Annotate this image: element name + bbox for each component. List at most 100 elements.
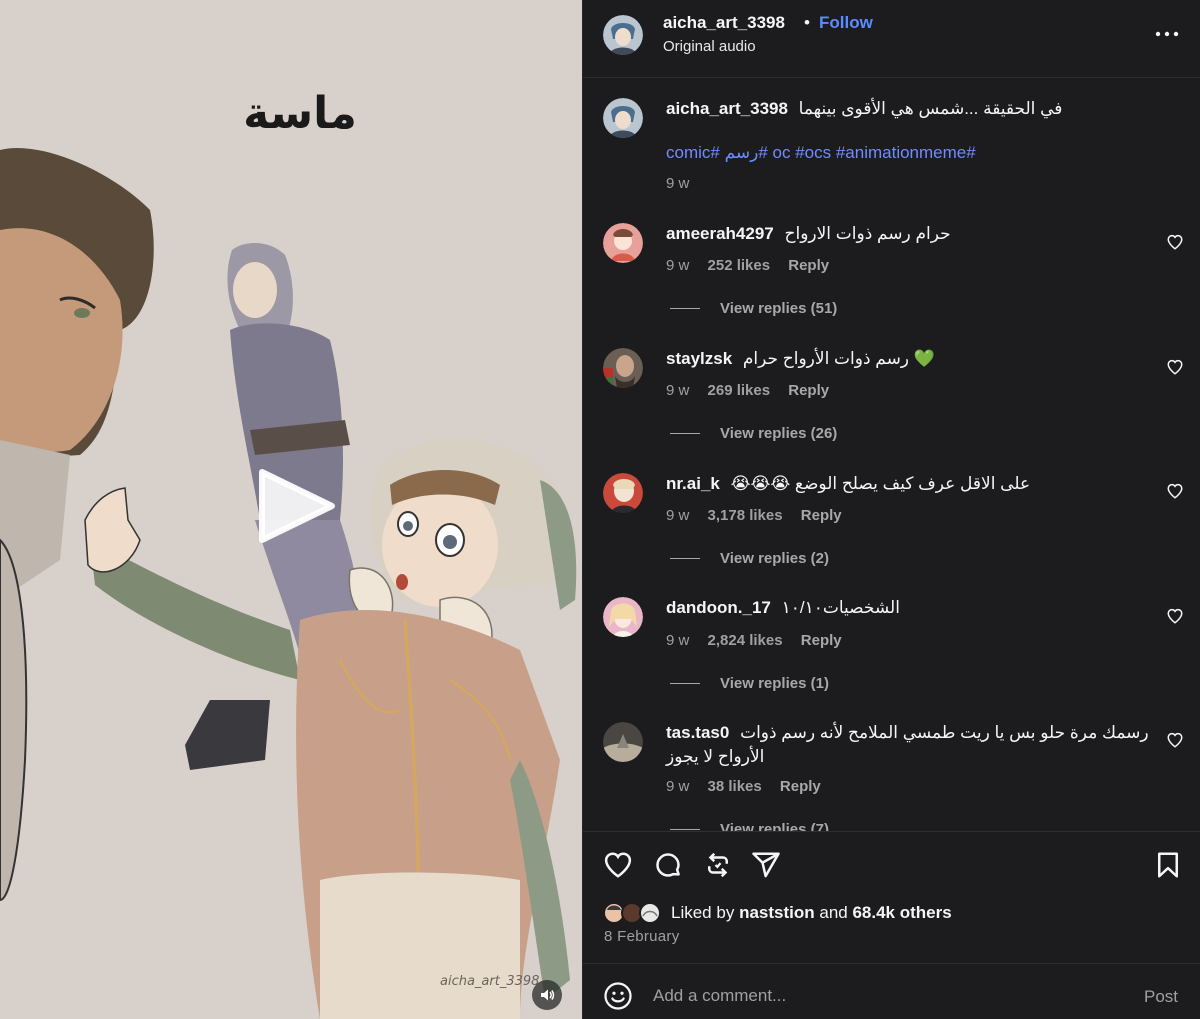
post-details-panel: aicha_art_3398 • Follow Original audio a… [582, 0, 1200, 1019]
comment-input[interactable] [653, 982, 1093, 1010]
caption-username[interactable]: aicha_art_3398 [666, 99, 788, 118]
reel-video[interactable]: ماسة aicha_art_3398 [0, 0, 582, 1019]
comment-time[interactable]: 9 w [666, 778, 689, 795]
caption-meta: 9 w [666, 175, 703, 192]
bookmark-icon[interactable] [1153, 850, 1183, 880]
comment-time[interactable]: 9 w [666, 382, 689, 399]
replies-divider [670, 558, 700, 559]
view-replies-label: View replies (26) [720, 425, 838, 442]
replies-divider [670, 683, 700, 684]
view-replies-button[interactable]: View replies (26) [670, 425, 837, 442]
caption-text: في الحقيقة ...شمس هي الأقوى بينهما [798, 99, 1063, 118]
liked-by-prefix: Liked by [671, 903, 735, 922]
comment-avatar[interactable] [603, 223, 643, 263]
comment-username[interactable]: ameerah4297 [666, 224, 774, 243]
comment-row: nr.ai_k على الاقل عرف كيف يصلح الوضع 😭😭😭 [666, 472, 1030, 496]
comment-text: 💚 رسم ذوات الأرواح حرام [742, 349, 935, 368]
comment-text: على الاقل عرف كيف يصلح الوضع 😭😭😭 [730, 474, 1031, 493]
view-replies-label: View replies (7) [720, 821, 829, 831]
audio-label[interactable]: Original audio [663, 38, 756, 55]
comment-likes[interactable]: 252 likes [708, 257, 771, 274]
liked-by-text[interactable]: Liked by naststion and 68.4k others [671, 903, 952, 923]
comment-text-line2: الأرواح لا يجوز [666, 747, 765, 766]
comment-text-continued: الأرواح لا يجوز [666, 745, 764, 769]
post-actions: Liked by naststion and 68.4k others 8 Fe… [583, 831, 1200, 963]
add-comment-bar: Post [583, 963, 1200, 1019]
follow-button[interactable]: Follow [819, 13, 873, 33]
comment-meta: 9 w 38 likes Reply [666, 778, 835, 795]
comment-likes[interactable]: 38 likes [708, 778, 762, 795]
emoji-icon[interactable] [603, 981, 633, 1011]
comment-text: الشخصيات١٠/١٠ [781, 598, 900, 617]
comment-meta: 9 w 2,824 likes Reply [666, 632, 856, 649]
reply-button[interactable]: Reply [780, 778, 821, 795]
artist-watermark: aicha_art_3398 [440, 974, 540, 989]
post-comment-button[interactable]: Post [1144, 987, 1178, 1007]
comments-list[interactable]: aicha_art_3398 في الحقيقة ...شمس هي الأق… [583, 79, 1200, 831]
send-icon[interactable] [751, 850, 781, 880]
reply-button[interactable]: Reply [801, 632, 842, 649]
comment-likes[interactable]: 269 likes [708, 382, 771, 399]
comment-likes[interactable]: 2,824 likes [708, 632, 783, 649]
comment-heart-icon[interactable] [1166, 607, 1184, 625]
repost-icon[interactable] [703, 850, 733, 880]
caption-time[interactable]: 9 w [666, 175, 689, 192]
more-dots-icon[interactable] [1153, 22, 1181, 46]
view-replies-label: View replies (2) [720, 550, 829, 567]
caption-avatar[interactable] [603, 98, 643, 138]
comment-meta: 9 w 252 likes Reply [666, 257, 843, 274]
reply-button[interactable]: Reply [788, 257, 829, 274]
comment-meta: 9 w 3,178 likes Reply [666, 507, 856, 524]
view-replies-button[interactable]: View replies (2) [670, 550, 829, 567]
comment-username[interactable]: nr.ai_k [666, 474, 720, 493]
liked-by-others[interactable]: 68.4k others [852, 903, 951, 922]
view-replies-label: View replies (51) [720, 300, 838, 317]
post-date: 8 February [604, 928, 680, 945]
comment-text: حرام رسم ذوات الارواح [784, 224, 951, 243]
comment-heart-icon[interactable] [1166, 358, 1184, 376]
comment-text: رسمك مرة حلو بس يا ريت طمسي الملامح لأنه… [740, 723, 1149, 742]
comment-time[interactable]: 9 w [666, 632, 689, 649]
comment-avatar[interactable] [603, 473, 643, 513]
replies-divider [670, 433, 700, 434]
comment-likes[interactable]: 3,178 likes [708, 507, 783, 524]
reply-button[interactable]: Reply [801, 507, 842, 524]
replies-divider [670, 308, 700, 309]
comment-username[interactable]: staylzsk [666, 349, 732, 368]
view-replies-button[interactable]: View replies (51) [670, 300, 837, 317]
comment-avatar[interactable] [603, 348, 643, 388]
post-header: aicha_art_3398 • Follow Original audio [583, 0, 1200, 78]
liked-by-avatars[interactable] [603, 902, 669, 924]
comment-row: ameerah4297 حرام رسم ذوات الارواح [666, 222, 951, 246]
comment-heart-icon[interactable] [1166, 233, 1184, 251]
comment-avatar[interactable] [603, 722, 643, 762]
comment-heart-icon[interactable] [1166, 731, 1184, 749]
comment-row: tas.tas0 رسمك مرة حلو بس يا ريت طمسي الم… [666, 721, 1149, 745]
comment-time[interactable]: 9 w [666, 257, 689, 274]
comment-row: staylzsk 💚 رسم ذوات الأرواح حرام [666, 347, 935, 371]
speaker-icon[interactable] [532, 980, 562, 1010]
liked-by-user[interactable]: naststion [739, 903, 815, 922]
heart-icon[interactable] [603, 850, 633, 880]
reply-button[interactable]: Reply [788, 382, 829, 399]
comment-bubble-icon[interactable] [653, 850, 683, 880]
play-icon[interactable] [254, 464, 338, 548]
view-replies-label: View replies (1) [720, 675, 829, 692]
comment-row: dandoon._17 الشخصيات١٠/١٠ [666, 596, 900, 620]
separator-dot: • [804, 13, 810, 32]
caption-hashtags[interactable]: comic# رسم# oc #ocs #animationmeme# [666, 143, 976, 163]
view-replies-button[interactable]: View replies (7) [670, 821, 829, 831]
liked-by-and: and [819, 903, 848, 922]
author-username[interactable]: aicha_art_3398 [663, 13, 785, 33]
comment-heart-icon[interactable] [1166, 482, 1184, 500]
comment-username[interactable]: tas.tas0 [666, 723, 729, 742]
comment-avatar[interactable] [603, 597, 643, 637]
comment-time[interactable]: 9 w [666, 507, 689, 524]
replies-divider [670, 829, 700, 830]
comment-meta: 9 w 269 likes Reply [666, 382, 843, 399]
view-replies-button[interactable]: View replies (1) [670, 675, 829, 692]
author-avatar[interactable] [603, 15, 643, 55]
comic-title: ماسة [243, 88, 357, 139]
comment-username[interactable]: dandoon._17 [666, 598, 771, 617]
caption-text-row: aicha_art_3398 في الحقيقة ...شمس هي الأق… [666, 97, 1062, 121]
